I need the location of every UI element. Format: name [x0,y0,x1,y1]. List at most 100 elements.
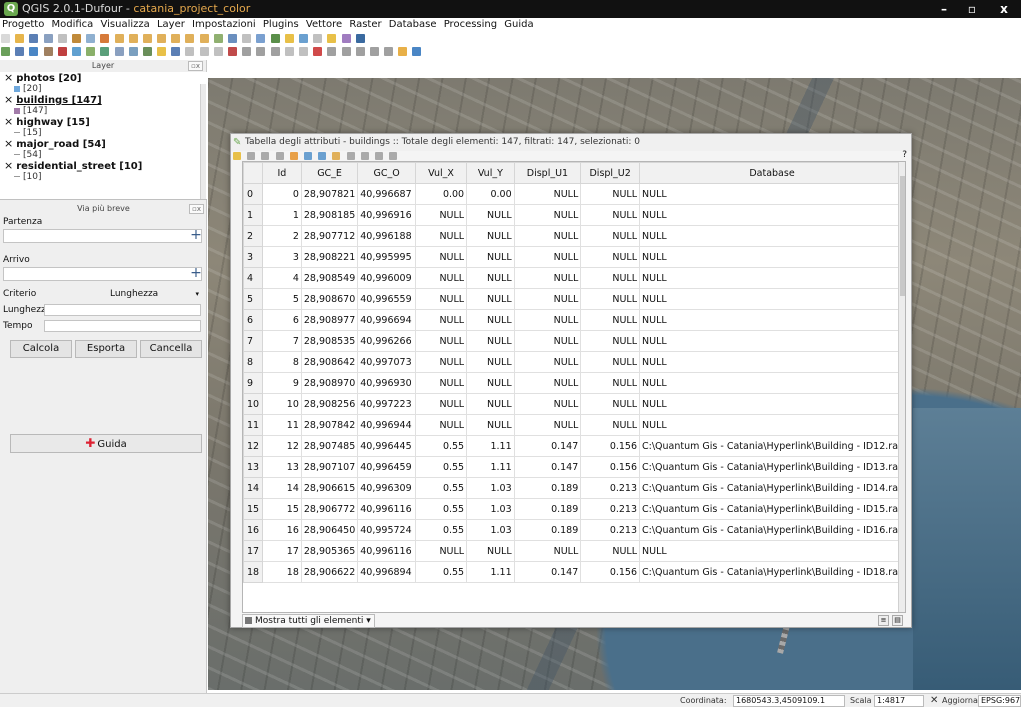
cell-gc-e[interactable]: 28,906450 [300,519,359,541]
table-row[interactable]: 13 13 28,907107 40,996459 0.55 1.11 0.147 0.156… [243,456,905,478]
cell-displ-u1[interactable]: 0.147 [513,456,582,478]
zoom-to-selected-icon[interactable] [332,152,341,160]
cell-displ-u2[interactable]: NULL [580,414,641,436]
row-header[interactable]: 13 [243,456,263,478]
cell-id[interactable]: 7 [261,330,302,352]
cell-displ-u2[interactable]: NULL [580,309,641,331]
menu-visualizza[interactable]: Visualizza [99,18,152,32]
bookmark-icon[interactable] [313,34,323,43]
column-header-database[interactable]: Database [639,162,905,184]
select-expression-icon[interactable] [261,152,270,160]
row-header[interactable]: 18 [243,561,263,583]
cell-gc-o[interactable]: 40,996694 [357,309,417,331]
cell-vul-x[interactable]: NULL [415,246,468,268]
cell-displ-u1[interactable]: NULL [513,183,582,205]
add-vector-icon[interactable] [1,47,10,56]
cell-vul-y[interactable]: 0.00 [466,183,515,205]
row-header[interactable]: 17 [243,540,263,562]
show-hide-label-icon[interactable] [341,47,351,56]
cell-gc-e[interactable]: 28,908549 [300,267,359,289]
cancella-button[interactable]: Cancella [140,340,202,358]
cell-id[interactable]: 5 [261,288,302,310]
row-header[interactable]: 2 [243,225,263,247]
cell-database[interactable]: NULL [639,288,905,310]
menu-plugins[interactable]: Plugins [261,18,301,32]
copy-features-icon[interactable] [256,47,266,56]
cell-displ-u1[interactable]: NULL [513,351,582,373]
close-button[interactable]: x [990,0,1018,18]
cell-gc-e[interactable]: 28,908642 [300,351,359,373]
undo-icon[interactable] [284,47,294,56]
cell-database[interactable]: C:\Quantum Gis - Catania\Hyperlink\Build… [639,561,905,583]
corner-header[interactable] [243,162,263,184]
cell-displ-u1[interactable]: NULL [513,204,582,226]
cell-displ-u2[interactable]: 0.213 [580,519,641,541]
cell-vul-y[interactable]: 1.11 [466,561,515,583]
cell-database[interactable]: NULL [639,267,905,289]
cell-displ-u2[interactable]: NULL [580,351,641,373]
cell-gc-o[interactable]: 40,995995 [357,246,417,268]
cell-displ-u2[interactable]: NULL [580,393,641,415]
cell-gc-o[interactable]: 40,996459 [357,456,417,478]
column-header-displ-u1[interactable]: Displ_U1 [513,162,582,184]
annotation-icon[interactable] [327,34,337,43]
row-header[interactable]: 16 [243,519,263,541]
row-header[interactable]: 4 [243,267,263,289]
cell-vul-x[interactable]: NULL [415,393,468,415]
cell-id[interactable]: 10 [261,393,302,415]
cell-vul-x[interactable]: 0.00 [415,183,468,205]
cell-displ-u2[interactable]: NULL [580,183,641,205]
cell-database[interactable]: NULL [639,393,905,415]
table-row[interactable]: 10 10 28,908256 40,997223 NULL NULL NULL NULL NU… [243,393,905,415]
layer-item-residential-street[interactable]: × residential_street [10] [0,159,207,173]
cell-gc-o[interactable]: 40,996009 [357,267,417,289]
cell-displ-u1[interactable]: NULL [513,246,582,268]
attribute-table-icon[interactable] [270,34,280,43]
menu-progetto[interactable]: Progetto [0,18,46,32]
cell-displ-u2[interactable]: NULL [580,372,641,394]
cell-vul-y[interactable]: 1.03 [466,477,515,499]
cell-id[interactable]: 11 [261,414,302,436]
cell-database[interactable]: C:\Quantum Gis - Catania\Hyperlink\Build… [639,498,905,520]
paste-features-icon[interactable] [270,47,280,56]
cell-gc-o[interactable]: 40,997223 [357,393,417,415]
layer-visibility-toggle-icon[interactable]: × [4,72,13,84]
cell-vul-x[interactable]: NULL [415,267,468,289]
cell-database[interactable]: C:\Quantum Gis - Catania\Hyperlink\Build… [639,435,905,457]
cell-gc-e[interactable]: 28,908535 [300,330,359,352]
cell-displ-u1[interactable]: 0.147 [513,561,582,583]
cell-database[interactable]: NULL [639,183,905,205]
cell-vul-x[interactable]: 0.55 [415,519,468,541]
cell-gc-o[interactable]: 40,996916 [357,204,417,226]
cell-vul-x[interactable]: NULL [415,372,468,394]
cell-gc-e[interactable]: 28,906622 [300,561,359,583]
toggle-edit-icon[interactable] [233,152,241,160]
table-row[interactable]: 6 6 28,908977 40,996694 NULL NULL NULL NULL NULL [243,309,905,331]
field-calculator-icon[interactable] [389,152,398,160]
measure-icon[interactable] [284,34,294,43]
cell-vul-y[interactable]: NULL [466,393,515,415]
layer-tree-scrollbar[interactable] [200,84,206,199]
copy-rows-icon[interactable] [346,152,355,160]
delete-column-icon[interactable] [374,152,383,160]
cell-vul-y[interactable]: 1.11 [466,435,515,457]
table-row[interactable]: 4 4 28,908549 40,996009 NULL NULL NULL NULL NULL [243,267,905,289]
coordinate-field[interactable]: 1680543.3,4509109.1 [733,695,845,707]
cell-gc-e[interactable]: 28,907107 [300,456,359,478]
cell-gc-o[interactable]: 40,996687 [357,183,417,205]
menu-raster[interactable]: Raster [347,18,383,32]
cell-id[interactable]: 8 [261,351,302,373]
print-composer-icon[interactable] [57,34,67,43]
move-selection-top-icon[interactable] [289,152,298,160]
cell-displ-u2[interactable]: 0.156 [580,561,641,583]
cell-gc-o[interactable]: 40,996116 [357,540,417,562]
cell-vul-x[interactable]: 0.55 [415,561,468,583]
cell-vul-y[interactable]: NULL [466,267,515,289]
column-header-gc-o[interactable]: GC_O [357,162,417,184]
layer-visibility-toggle-icon[interactable]: × [4,159,13,172]
cell-id[interactable]: 3 [261,246,302,268]
row-header[interactable]: 0 [243,183,263,205]
calcola-button[interactable]: Calcola [10,340,72,358]
cell-gc-o[interactable]: 40,996944 [357,414,417,436]
dock-float-close-icon[interactable]: ▫x [189,204,204,214]
